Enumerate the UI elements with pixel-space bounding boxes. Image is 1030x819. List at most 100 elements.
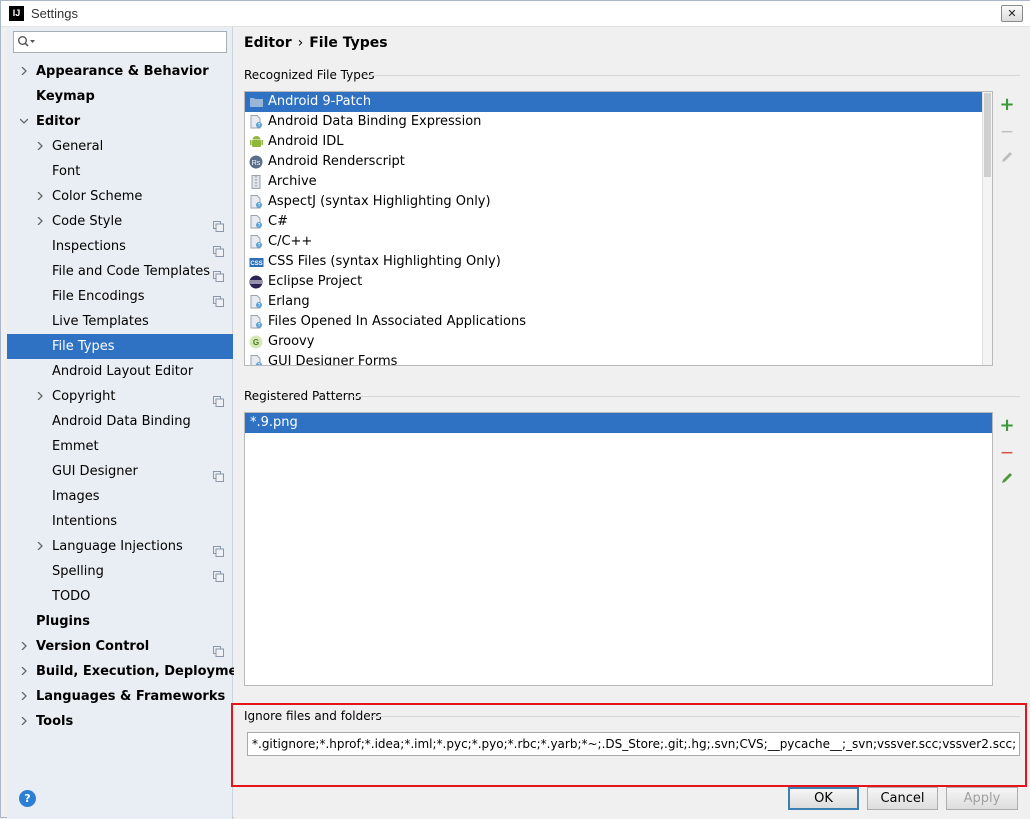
ok-button[interactable]: OK: [788, 787, 859, 810]
apply-button[interactable]: Apply: [946, 787, 1018, 810]
file-type-item-android-9-patch[interactable]: Android 9-Patch: [245, 92, 992, 112]
sidebar-item-inspections[interactable]: Inspections: [7, 234, 233, 259]
file-types-scrollbar[interactable]: [982, 92, 992, 365]
sidebar-item-android-data-binding[interactable]: Android Data Binding: [7, 409, 233, 434]
edit-pattern-button[interactable]: [999, 470, 1015, 486]
sidebar-item-spelling[interactable]: Spelling: [7, 559, 233, 584]
breadcrumb-separator: ›: [297, 35, 304, 51]
file-type-label: Android 9-Patch: [268, 94, 372, 109]
file-type-label: Android Data Binding Expression: [268, 114, 482, 129]
sidebar-item-keymap[interactable]: Keymap: [7, 84, 233, 109]
sidebar-item-live-templates[interactable]: Live Templates: [7, 309, 233, 334]
file-type-item-erlang[interactable]: ? Erlang: [245, 292, 992, 312]
file-type-item-files-opened-in-associated-applications[interactable]: ? Files Opened In Associated Applications: [245, 312, 992, 332]
breadcrumb: Editor › File Types: [244, 35, 388, 51]
remove-pattern-button[interactable]: —: [999, 444, 1015, 460]
sidebar-item-file-and-code-templates[interactable]: File and Code Templates: [7, 259, 233, 284]
file-type-label: Eclipse Project: [268, 274, 363, 289]
unknown-file-icon: ?: [249, 235, 264, 249]
chevron-right-icon[interactable]: [36, 192, 44, 200]
chevron-right-icon[interactable]: [20, 717, 28, 725]
chevron-right-icon[interactable]: [36, 392, 44, 400]
breadcrumb-current: File Types: [309, 35, 388, 51]
cancel-button[interactable]: Cancel: [867, 787, 938, 810]
file-types-panel: Editor › File Types Recognized File Types …: [231, 27, 1030, 819]
remove-file-type-button[interactable]: —: [999, 123, 1015, 139]
chevron-right-icon[interactable]: [20, 667, 28, 675]
close-button[interactable]: ✕: [1001, 5, 1023, 22]
renderscript-icon: Rs: [249, 155, 264, 169]
sidebar-item-label: Android Layout Editor: [52, 364, 194, 379]
sidebar-item-file-types[interactable]: File Types: [7, 334, 233, 359]
sidebar-item-label: Emmet: [52, 439, 99, 454]
pattern-item[interactable]: *.9.png: [245, 413, 992, 433]
file-type-item-groovy[interactable]: G Groovy: [245, 332, 992, 352]
sidebar-item-code-style[interactable]: Code Style: [7, 209, 233, 234]
sidebar-item-language-injections[interactable]: Language Injections: [7, 534, 233, 559]
sidebar-item-label: Color Scheme: [52, 189, 143, 204]
sidebar-item-plugins[interactable]: Plugins: [7, 609, 233, 634]
chevron-right-icon[interactable]: [36, 142, 44, 150]
svg-text:?: ?: [258, 223, 261, 229]
chevron-right-icon[interactable]: [20, 692, 28, 700]
sidebar-item-label: File and Code Templates: [52, 264, 210, 279]
sidebar-item-file-encodings[interactable]: File Encodings: [7, 284, 233, 309]
file-type-item-android-idl[interactable]: Android IDL: [245, 132, 992, 152]
file-type-item-c-c[interactable]: ? C/C++: [245, 232, 992, 252]
sidebar-item-label: Plugins: [36, 614, 90, 629]
sidebar-item-todo[interactable]: TODO: [7, 584, 233, 609]
file-type-label: Android IDL: [268, 134, 344, 149]
sidebar-item-label: Android Data Binding: [52, 414, 191, 429]
ignore-files-input[interactable]: *.gitignore;*.hprof;*.idea;*.iml;*.pyc;*…: [247, 732, 1020, 756]
sidebar-item-appearance-behavior[interactable]: Appearance & Behavior: [7, 59, 233, 84]
sidebar-item-intentions[interactable]: Intentions: [7, 509, 233, 534]
sidebar-item-label: Keymap: [36, 89, 95, 104]
sidebar-item-label: Code Style: [52, 214, 123, 229]
sidebar-item-editor[interactable]: Editor: [7, 109, 233, 134]
sidebar-item-images[interactable]: Images: [7, 484, 233, 509]
file-type-item-css-files-syntax-highlighting-only[interactable]: CSS CSS Files (syntax Highlighting Only): [245, 252, 992, 272]
search-input[interactable]: [13, 31, 227, 53]
file-type-item-eclipse-project[interactable]: Eclipse Project: [245, 272, 992, 292]
sidebar-item-font[interactable]: Font: [7, 159, 233, 184]
sidebar-item-android-layout-editor[interactable]: Android Layout Editor: [7, 359, 233, 384]
sidebar-item-label: General: [52, 139, 104, 154]
sidebar-item-copyright[interactable]: Copyright: [7, 384, 233, 409]
recognized-file-types-list[interactable]: Android 9-Patch? Android Data Binding Exp…: [244, 91, 993, 366]
chevron-down-icon[interactable]: [20, 117, 28, 125]
sidebar-item-languages-frameworks[interactable]: Languages & Frameworks: [7, 684, 233, 709]
file-type-item-android-renderscript[interactable]: Rs Android Renderscript: [245, 152, 992, 172]
css-icon: CSS: [249, 255, 264, 269]
sidebar-item-version-control[interactable]: Version Control: [7, 634, 233, 659]
edit-file-type-button[interactable]: [999, 149, 1015, 165]
folder-icon: [249, 95, 264, 109]
unknown-file-icon: ?: [249, 295, 264, 309]
file-type-item-archive[interactable]: Archive: [245, 172, 992, 192]
sidebar-item-gui-designer[interactable]: GUI Designer: [7, 459, 233, 484]
sidebar-item-build-execution-deployment[interactable]: Build, Execution, Deployment: [7, 659, 253, 684]
chevron-right-icon[interactable]: [20, 67, 28, 75]
scrollbar-thumb[interactable]: [984, 93, 991, 177]
help-icon[interactable]: ?: [19, 790, 36, 807]
file-type-item-aspectj-syntax-highlighting-only[interactable]: ? AspectJ (syntax Highlighting Only): [245, 192, 992, 212]
file-type-item-gui-designer-forms[interactable]: ? GUI Designer Forms: [245, 352, 992, 365]
add-file-type-button[interactable]: +: [999, 96, 1015, 114]
registered-patterns-list[interactable]: *.9.png: [244, 412, 993, 686]
file-type-item-c[interactable]: ? C#: [245, 212, 992, 232]
groovy-icon: G: [249, 335, 264, 349]
chevron-right-icon[interactable]: [36, 542, 44, 550]
file-type-item-android-data-binding-expression[interactable]: ? Android Data Binding Expression: [245, 112, 992, 132]
add-pattern-button[interactable]: +: [999, 417, 1015, 435]
sidebar-item-color-scheme[interactable]: Color Scheme: [7, 184, 233, 209]
android-icon: [249, 135, 264, 149]
file-type-label: C/C++: [268, 234, 313, 249]
sidebar-item-tools[interactable]: Tools: [7, 709, 233, 734]
chevron-right-icon[interactable]: [20, 642, 28, 650]
chevron-right-icon[interactable]: [36, 217, 44, 225]
sidebar-item-general[interactable]: General: [7, 134, 233, 159]
group-divider: [364, 75, 1020, 76]
file-type-label: C#: [268, 214, 288, 229]
group-divider: [350, 396, 1020, 397]
sidebar-item-label: Language Injections: [52, 539, 183, 554]
sidebar-item-emmet[interactable]: Emmet: [7, 434, 233, 459]
